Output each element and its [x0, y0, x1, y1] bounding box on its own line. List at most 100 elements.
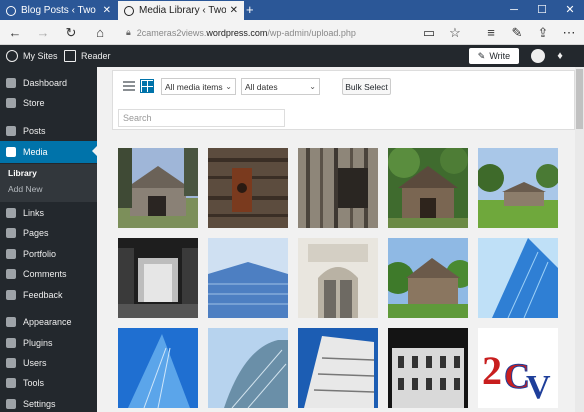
search-input[interactable]: Search: [118, 109, 285, 127]
tab-label: Blog Posts ‹ Two Cameras: [21, 5, 99, 16]
sidebar-item-label: Feedback: [23, 290, 63, 300]
browser-tab-bar: Blog Posts ‹ Two Cameras ✕ Media Library…: [0, 0, 584, 20]
media-thumbnail[interactable]: [298, 148, 378, 228]
sidebar-item-label: Comments: [23, 269, 67, 279]
my-sites-label: My Sites: [23, 51, 58, 61]
sidebar-item-label: Store: [23, 98, 45, 108]
home-icon[interactable]: ⌂: [91, 24, 109, 41]
sidebar-item-label: Links: [23, 208, 45, 218]
media-thumbnail[interactable]: [118, 238, 198, 318]
sidebar-item-label: Appearance: [23, 317, 72, 327]
write-button[interactable]: ✎ Write: [469, 48, 519, 64]
media-thumbnail[interactable]: [118, 328, 198, 408]
back-icon[interactable]: ←: [6, 24, 24, 41]
media-thumbnail[interactable]: [208, 328, 288, 408]
sidebar-item-appearance[interactable]: Appearance: [0, 312, 97, 332]
sidebar-item-links[interactable]: Links: [0, 203, 97, 223]
sidebar-item-feedback[interactable]: Feedback: [0, 285, 97, 305]
window-controls: ─ ☐ ✕: [500, 0, 584, 20]
write-label: Write: [489, 51, 511, 61]
chevron-down-icon: ⌄: [309, 82, 316, 91]
media-thumbnail[interactable]: [298, 238, 378, 318]
forward-icon[interactable]: →: [34, 24, 52, 41]
users-icon: [6, 358, 16, 368]
bulk-select-button[interactable]: Bulk Select: [342, 78, 391, 95]
lock-icon: 🔒︎: [126, 27, 131, 37]
settings-icon: [6, 399, 16, 409]
appearance-icon: [6, 317, 16, 327]
sidebar-item-label: Tools: [23, 378, 45, 388]
media-thumbnail[interactable]: [208, 238, 288, 318]
media-type-filter-value: All media items: [165, 81, 223, 92]
profile-avatar-icon[interactable]: [531, 49, 545, 63]
favorite-star-icon[interactable]: ☆: [446, 24, 464, 41]
media-thumbnail[interactable]: [388, 238, 468, 318]
close-window-icon[interactable]: ✕: [556, 0, 584, 20]
notes-icon[interactable]: ✎: [508, 24, 526, 41]
sidebar-item-pages[interactable]: Pages: [0, 223, 97, 243]
sidebar-item-media[interactable]: Media: [0, 141, 97, 163]
date-filter[interactable]: All dates ⌄: [241, 78, 320, 95]
sidebar-item-dashboard[interactable]: Dashboard: [0, 73, 97, 93]
store-icon: [6, 98, 16, 108]
url-path: /wp-admin/upload.php: [267, 27, 356, 38]
reader-link[interactable]: Reader: [64, 45, 111, 67]
media-submenu: Library Add New: [0, 164, 97, 202]
close-icon[interactable]: ✕: [230, 5, 238, 16]
comments-icon: [6, 269, 16, 279]
sidebar-item-label: Media: [23, 147, 48, 157]
sidebar-item-posts[interactable]: Posts: [0, 121, 97, 141]
sidebar-item-store[interactable]: Store: [0, 93, 97, 113]
tab-label: Media Library ‹ Two Car: [139, 5, 226, 16]
media-thumbnail[interactable]: [478, 238, 558, 318]
sidebar-item-tools[interactable]: Tools: [0, 373, 97, 393]
media-thumbnail[interactable]: [118, 148, 198, 228]
new-tab-button[interactable]: +: [246, 2, 254, 17]
sidebar-item-plugins[interactable]: Plugins: [0, 333, 97, 353]
browser-nav-bar: ← → ↻ ⌂ 🔒︎ 2cameras2views. wordpress.com /…: [0, 20, 584, 45]
svg-text:2: 2: [482, 348, 502, 393]
submenu-library[interactable]: Library: [8, 168, 37, 178]
media-thumbnail[interactable]: [208, 148, 288, 228]
grid-view-icon[interactable]: [140, 79, 154, 93]
tab-media-library[interactable]: Media Library ‹ Two Car ✕: [118, 1, 244, 20]
share-icon[interactable]: ⇪: [534, 24, 552, 41]
sidebar-item-label: Pages: [23, 228, 49, 238]
sidebar-item-users[interactable]: Users: [0, 353, 97, 373]
dashboard-icon: [6, 78, 16, 88]
more-icon[interactable]: ⋯: [560, 24, 578, 41]
close-icon[interactable]: ✕: [103, 5, 111, 16]
media-type-filter[interactable]: All media items ⌄: [161, 78, 236, 95]
date-filter-value: All dates: [245, 81, 278, 92]
media-icon: [6, 147, 16, 157]
reader-label: Reader: [81, 51, 111, 61]
minimize-icon[interactable]: ─: [500, 0, 528, 20]
media-thumbnail[interactable]: [478, 148, 558, 228]
scrollbar[interactable]: [575, 67, 584, 412]
tab-blog-posts[interactable]: Blog Posts ‹ Two Cameras ✕: [0, 1, 117, 20]
media-thumbnail[interactable]: 2CV: [478, 328, 558, 408]
media-thumbnail[interactable]: [388, 328, 468, 408]
address-bar[interactable]: 🔒︎ 2cameras2views. wordpress.com/wp-admin…: [126, 23, 436, 42]
refresh-icon[interactable]: ↻: [62, 24, 80, 41]
plugins-icon: [6, 338, 16, 348]
maximize-icon[interactable]: ☐: [528, 0, 556, 20]
admin-sidebar: Dashboard Store Posts Media Library Add …: [0, 67, 97, 412]
my-sites-link[interactable]: My Sites: [6, 45, 58, 67]
wordpress-icon: [6, 50, 18, 62]
links-icon: [6, 208, 16, 218]
scrollbar-thumb[interactable]: [576, 69, 583, 129]
media-thumbnail[interactable]: [388, 148, 468, 228]
hub-icon[interactable]: ≡: [482, 24, 500, 41]
sidebar-item-label: Users: [23, 358, 47, 368]
notifications-icon[interactable]: ♦: [553, 49, 567, 63]
sidebar-item-comments[interactable]: Comments: [0, 264, 97, 284]
sidebar-item-settings[interactable]: Settings: [0, 394, 97, 412]
submenu-add-new[interactable]: Add New: [8, 184, 43, 194]
media-thumbnail[interactable]: [298, 328, 378, 408]
reading-view-icon[interactable]: ▭: [420, 24, 438, 41]
wordpress-icon: [6, 5, 16, 16]
sidebar-item-label: Posts: [23, 126, 46, 136]
sidebar-item-portfolio[interactable]: Portfolio: [0, 244, 97, 264]
list-view-icon[interactable]: [122, 79, 136, 93]
